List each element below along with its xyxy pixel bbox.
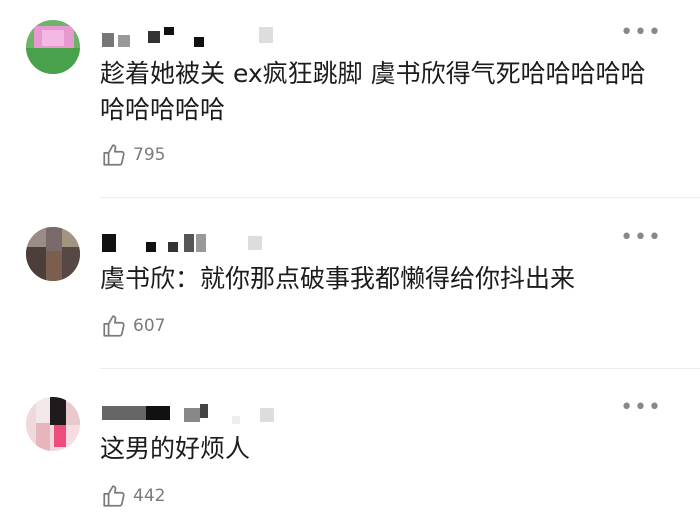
like-count: 795	[133, 145, 166, 165]
divider	[100, 368, 700, 369]
like-button[interactable]: 795	[101, 142, 165, 168]
avatar[interactable]	[26, 20, 80, 74]
like-button[interactable]: 607	[101, 313, 165, 339]
comment-item: ••• 趁着她被关 ex疯狂跳脚 虞书欣得气死哈哈哈哈哈哈哈哈哈哈 795	[0, 0, 700, 195]
thumbs-up-icon	[103, 485, 125, 507]
thumbs-up-icon	[103, 144, 125, 166]
avatar[interactable]	[26, 227, 80, 281]
comment-item: ••• 这男的好烦人 442	[0, 375, 700, 527]
username-masked[interactable]	[102, 228, 302, 254]
username-masked[interactable]	[102, 398, 302, 424]
comment-text: 虞书欣：就你那点破事我都懒得给你抖出来	[100, 264, 576, 293]
like-count: 442	[133, 486, 166, 506]
comment-text: 趁着她被关 ex疯狂跳脚 虞书欣得气死哈哈哈哈哈哈哈哈哈哈	[100, 59, 646, 124]
divider	[100, 197, 700, 198]
username-masked[interactable]	[102, 23, 302, 49]
more-options-icon[interactable]: •••	[620, 22, 662, 44]
comment-item: ••• 虞书欣：就你那点破事我都懒得给你抖出来 607	[0, 205, 700, 370]
thumbs-up-icon	[103, 315, 125, 337]
more-options-icon[interactable]: •••	[620, 227, 662, 249]
like-count: 607	[133, 316, 166, 336]
like-button[interactable]: 442	[101, 483, 165, 509]
avatar[interactable]	[26, 397, 80, 451]
more-options-icon[interactable]: •••	[620, 397, 662, 419]
comment-text: 这男的好烦人	[100, 434, 251, 463]
